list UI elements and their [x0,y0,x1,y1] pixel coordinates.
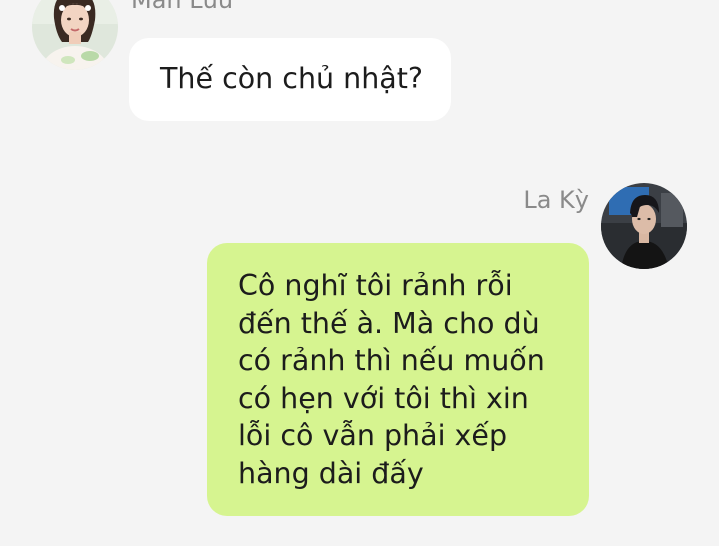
message-text-line: hàng dài đấy [238,456,424,490]
message-bubble-received[interactable]: Thế còn chủ nhật? [129,38,451,121]
message-text-line: lỗi cô vẫn phải xếp [238,419,508,453]
man-portrait-avatar [601,183,687,269]
message-text: Thế còn chủ nhật? [160,62,424,95]
message-text-line: có rảnh thì nếu muốn [238,344,545,378]
sender-avatar[interactable] [601,183,687,269]
message-text-line: có hẹn với tôi thì xin [238,381,529,415]
message-text-line: Cô nghĩ tôi rảnh rỗi [238,269,513,302]
woman-portrait-avatar [32,0,118,70]
sender-avatar[interactable] [32,0,118,70]
message-bubble-sent[interactable]: Cô nghĩ tôi rảnh rỗi đến thế à. Mà cho d… [207,243,589,516]
sender-name: Mẫn Lưu [131,0,234,14]
chat-thread: Mẫn Lưu Thế còn chủ nhật? La Kỳ Cô nghĩ … [0,0,719,546]
message-text-line: đến thế à. Mà cho dù [238,306,540,340]
sender-name: La Kỳ [523,186,589,214]
